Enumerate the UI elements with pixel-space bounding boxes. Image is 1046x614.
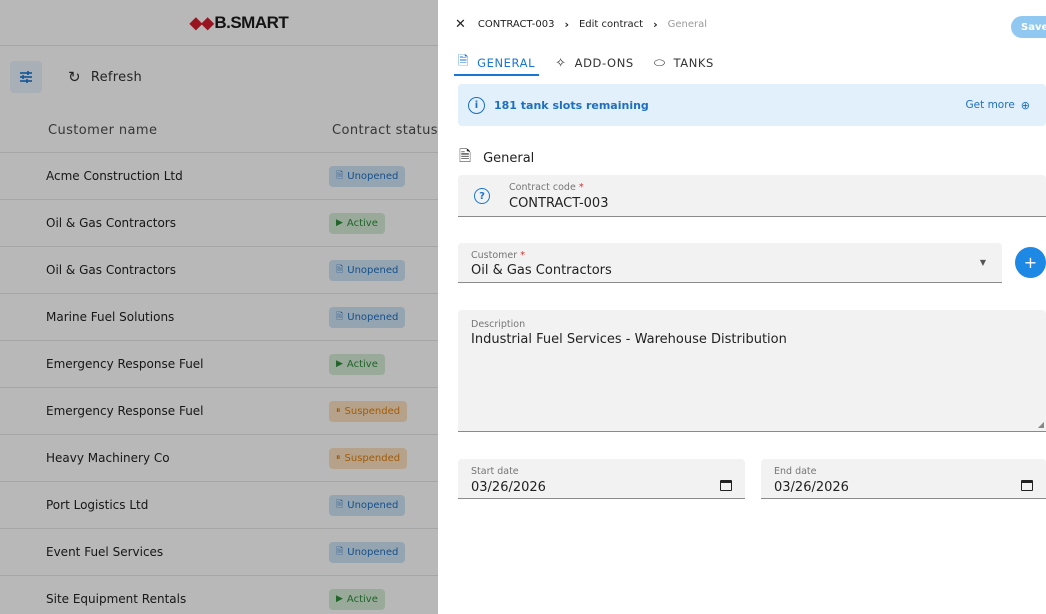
document-icon: 🗎 bbox=[459, 147, 472, 165]
breadcrumb-contract[interactable]: CONTRACT-003 bbox=[478, 19, 555, 30]
breadcrumb: ✕ CONTRACT-003 › Edit contract › General bbox=[455, 17, 707, 32]
tab-general[interactable]: 🗎 GENERAL bbox=[453, 50, 540, 76]
puzzle-icon: ✧ bbox=[555, 55, 567, 71]
plus-circle-icon: ⊕ bbox=[1020, 98, 1030, 112]
add-customer-button[interactable]: + bbox=[1015, 247, 1046, 278]
close-icon[interactable]: ✕ bbox=[455, 17, 466, 32]
calendar-icon[interactable] bbox=[720, 480, 732, 491]
calendar-icon[interactable] bbox=[1021, 480, 1033, 491]
tank-slots-alert: i 181 tank slots remaining Get more ⊕ bbox=[458, 84, 1046, 126]
customer-select[interactable]: Customer * Oil & Gas Contractors ▼ bbox=[458, 243, 1002, 283]
start-date-label: Start date bbox=[471, 466, 519, 477]
end-date-value: 03/26/2026 bbox=[774, 480, 849, 495]
start-date-value: 03/26/2026 bbox=[471, 480, 546, 495]
section-title: 🗎 General bbox=[459, 146, 534, 171]
customer-label-text: Customer bbox=[471, 250, 518, 261]
edit-contract-drawer: ✕ CONTRACT-003 › Edit contract › General… bbox=[438, 0, 1046, 614]
required-marker: * bbox=[520, 250, 525, 261]
contract-code-value: CONTRACT-003 bbox=[509, 196, 609, 211]
resize-handle-icon[interactable]: ◢ bbox=[1038, 420, 1044, 429]
document-icon: 🗎 bbox=[458, 54, 470, 69]
save-button[interactable]: Save bbox=[1011, 16, 1046, 38]
required-marker: * bbox=[578, 182, 584, 193]
help-icon[interactable]: ? bbox=[474, 188, 490, 204]
contract-code-field[interactable]: ? Contract code * CONTRACT-003 bbox=[458, 175, 1046, 217]
breadcrumb-chevron-icon: › bbox=[564, 18, 569, 31]
start-date-field[interactable]: Start date 03/26/2026 bbox=[458, 459, 745, 499]
chevron-down-icon: ▼ bbox=[979, 258, 986, 267]
tab-general-label: GENERAL bbox=[477, 56, 536, 70]
description-value: Industrial Fuel Services - Warehouse Dis… bbox=[471, 332, 787, 347]
tank-icon: ⬭ bbox=[653, 55, 666, 71]
info-icon: i bbox=[468, 96, 485, 114]
drawer-tabs: 🗎 GENERAL ✧ ADD-ONS ⬭ TANKS bbox=[453, 50, 734, 76]
end-date-field[interactable]: End date 03/26/2026 bbox=[761, 459, 1046, 499]
breadcrumb-edit-contract[interactable]: Edit contract bbox=[579, 19, 643, 30]
tank-slots-text: 181 tank slots remaining bbox=[494, 98, 649, 112]
tab-tanks[interactable]: ⬭ TANKS bbox=[654, 50, 714, 76]
description-label: Description bbox=[471, 319, 526, 330]
contract-code-label: Contract code * bbox=[509, 182, 584, 193]
get-more-link[interactable]: Get more ⊕ bbox=[966, 99, 1030, 112]
breadcrumb-chevron-icon: › bbox=[653, 18, 658, 31]
contract-code-label-text: Contract code bbox=[509, 182, 576, 193]
description-field[interactable]: Description Industrial Fuel Services - W… bbox=[458, 310, 1046, 432]
tab-tanks-label: TANKS bbox=[673, 56, 714, 70]
customer-label: Customer * bbox=[471, 250, 525, 261]
breadcrumb-general: General bbox=[667, 19, 708, 30]
get-more-label: Get more bbox=[965, 99, 1015, 111]
tab-add-ons[interactable]: ✧ ADD-ONS bbox=[555, 50, 634, 76]
end-date-label: End date bbox=[774, 466, 817, 477]
customer-value: Oil & Gas Contractors bbox=[471, 263, 612, 278]
tab-add-ons-label: ADD-ONS bbox=[574, 56, 634, 70]
modal-scrim[interactable] bbox=[0, 0, 438, 614]
section-title-label: General bbox=[483, 151, 535, 166]
